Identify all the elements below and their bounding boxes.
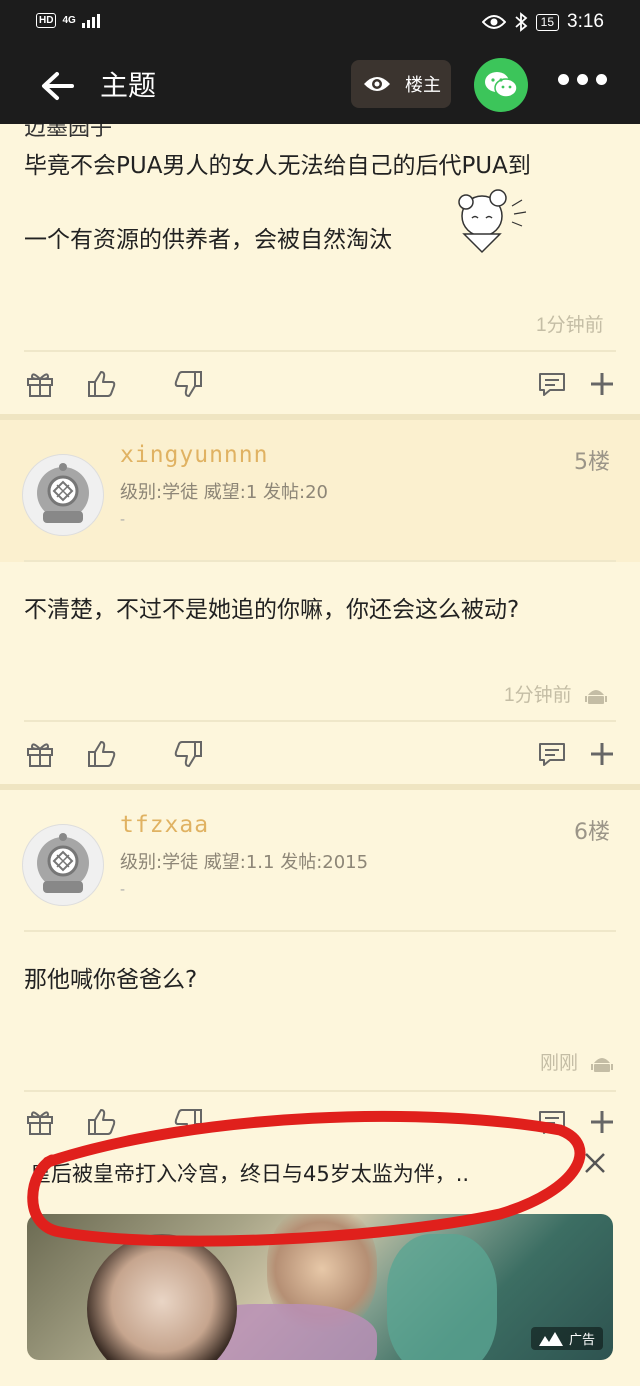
post-time: 1分钟前 [536, 315, 604, 336]
divider [24, 1090, 616, 1092]
page-title: 主题 [100, 69, 157, 102]
android-icon [584, 689, 607, 704]
reply-time: 刚刚 [540, 1048, 614, 1075]
thumbs-down-icon[interactable] [172, 738, 204, 770]
thumbs-down-icon[interactable] [172, 368, 204, 400]
ad-title[interactable]: 皇后被皇帝打入冷宫，终日与45岁太监为伴，.. [30, 1158, 469, 1188]
post-text-line: 毕竟不会PUA男人的女人无法给自己的后代PUA到 [24, 153, 531, 179]
user-signature: - [120, 512, 126, 528]
back-arrow-icon[interactable] [38, 66, 78, 106]
plus-icon[interactable] [586, 368, 618, 400]
more-menu-button[interactable] [558, 74, 607, 85]
wechat-share-button[interactable] [474, 58, 528, 112]
android-icon [591, 1057, 614, 1072]
eye-icon [364, 77, 390, 91]
ad-logo-icon [538, 1331, 563, 1346]
thumbs-up-icon[interactable] [86, 368, 118, 400]
divider [24, 560, 616, 562]
gift-icon[interactable] [24, 368, 56, 400]
battery-icon: 15 [535, 13, 560, 31]
status-bar: HD 4G 15 3:16 [0, 0, 640, 46]
bluetooth-icon [515, 12, 528, 32]
user-info: 级别:学徒 威望:1 发帖:20 [120, 482, 328, 503]
floor-number: 6楼 [574, 820, 610, 845]
signal-icon [81, 12, 100, 28]
username[interactable]: xingyunnnn [120, 442, 268, 468]
section-divider [0, 784, 640, 790]
close-icon[interactable] [580, 1148, 610, 1178]
thumbs-up-icon[interactable] [86, 1106, 118, 1138]
only-op-button[interactable]: 楼主 [351, 60, 451, 108]
sticker-icon [458, 189, 527, 254]
ad-image[interactable]: 广告 [27, 1214, 613, 1360]
reply-text: 不清楚，不过不是她追的你嘛，你还会这么被动? [24, 597, 520, 623]
reply-time: 1分钟前 [504, 680, 607, 707]
thumbs-up-icon[interactable] [86, 738, 118, 770]
only-op-label: 楼主 [405, 75, 441, 96]
plus-icon[interactable] [586, 1106, 618, 1138]
comment-icon[interactable] [536, 738, 568, 770]
user-signature: - [120, 882, 126, 898]
diving-helmet-icon [37, 833, 89, 893]
avatar[interactable] [22, 454, 104, 536]
reply-text: 那他喊你爸爸么? [24, 967, 198, 993]
diving-helmet-icon [37, 463, 89, 523]
hd-indicator: HD [36, 12, 57, 28]
avatar[interactable] [22, 824, 104, 906]
network-type: 4G [62, 14, 76, 26]
user-info: 级别:学徒 威望:1.1 发帖:2015 [120, 852, 369, 873]
gift-icon[interactable] [24, 1106, 56, 1138]
floor-number: 5楼 [574, 450, 610, 475]
app-header: 主题 楼主 [0, 46, 640, 124]
thread-content: 迈墨园子 毕竟不会PUA男人的女人无法给自己的后代PUA到 一个有资源的供养者，… [0, 124, 640, 1386]
wechat-icon [485, 72, 518, 98]
time: 3:16 [567, 11, 604, 32]
gift-icon[interactable] [24, 738, 56, 770]
divider [24, 930, 616, 932]
post-text-line: 一个有资源的供养者，会被自然淘汰 [24, 227, 392, 253]
divider [24, 350, 616, 352]
thumbs-down-icon[interactable] [172, 1106, 204, 1138]
username[interactable]: tfzxaa [120, 812, 209, 838]
ad-badge: 广告 [530, 1327, 603, 1350]
cut-off-text: 迈墨园子 [24, 124, 113, 141]
comment-icon[interactable] [536, 1106, 568, 1138]
divider [24, 720, 616, 722]
plus-icon[interactable] [586, 738, 618, 770]
comment-icon[interactable] [536, 368, 568, 400]
eye-icon [481, 15, 506, 29]
